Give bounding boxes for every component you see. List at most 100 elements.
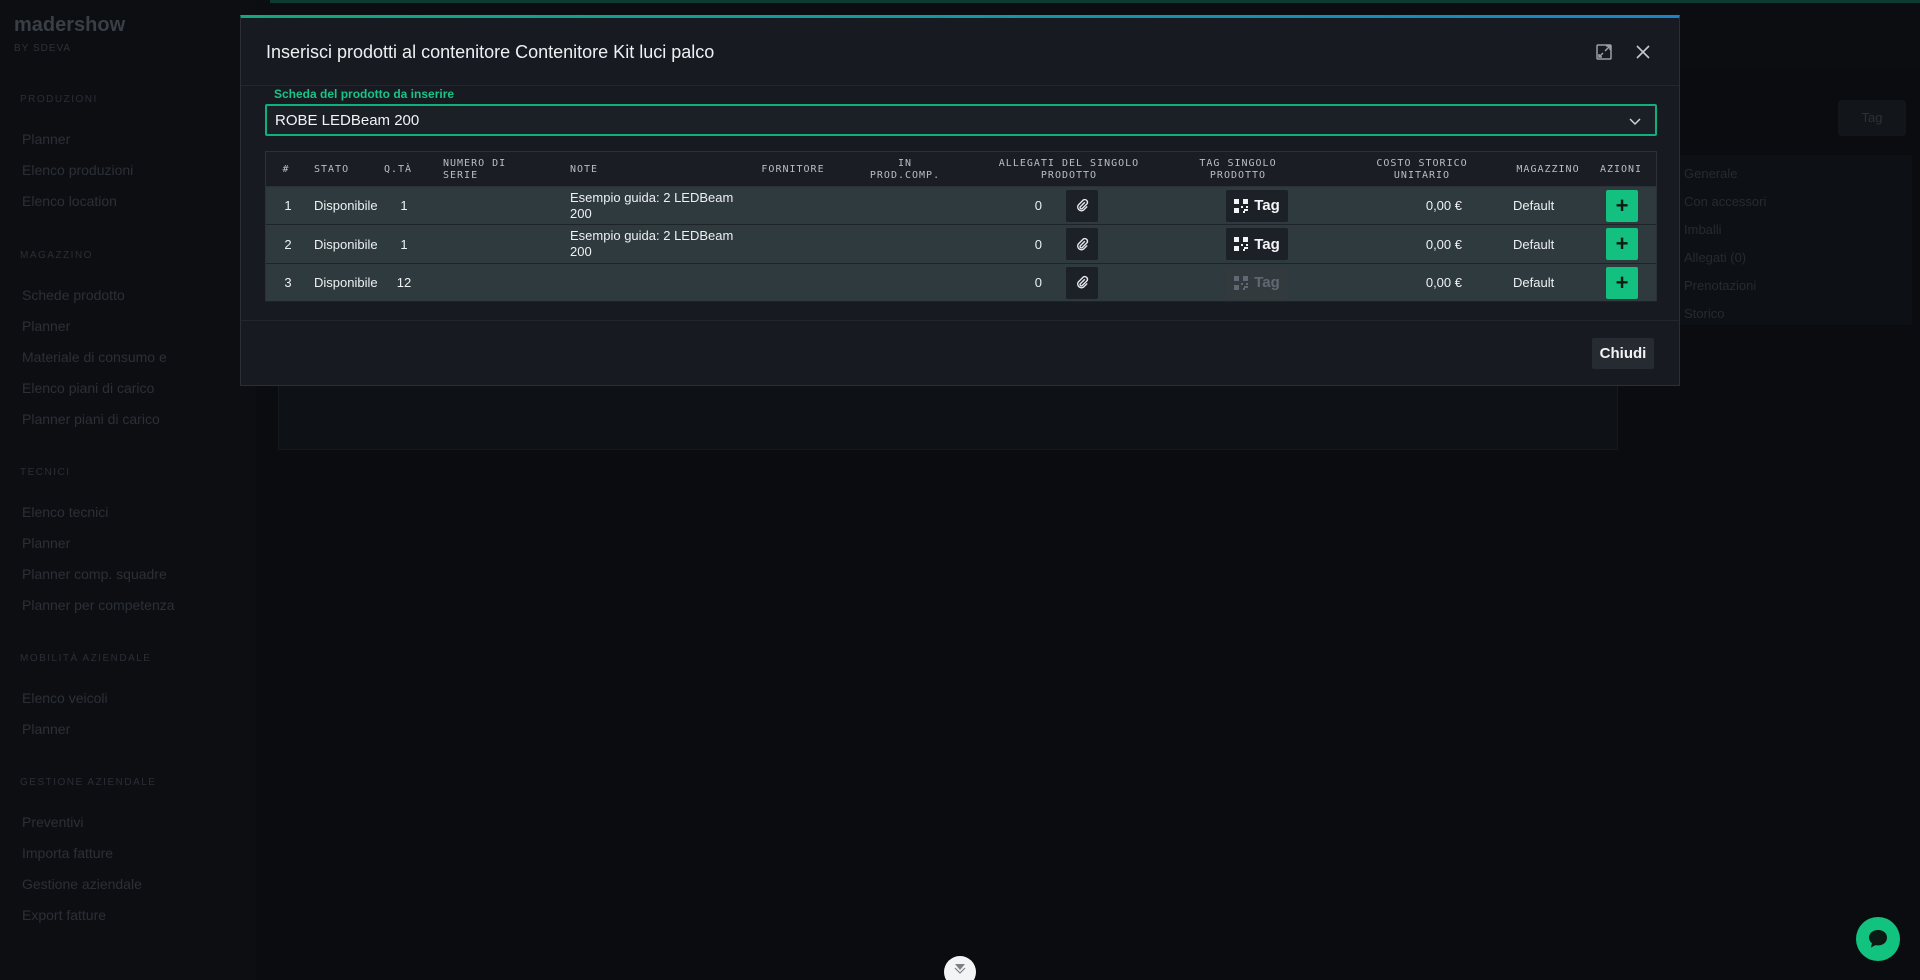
col-header-azioni: Azioni [1599, 163, 1643, 175]
right-menu-item[interactable]: Allegati (0) [1684, 250, 1746, 265]
row-allegati-count: 0 [1034, 275, 1042, 290]
close-icon[interactable] [1631, 40, 1655, 64]
chat-icon [1869, 930, 1887, 948]
sidebar-item[interactable]: Elenco tecnici [22, 504, 108, 520]
row-qta: 1 [400, 236, 408, 252]
sidebar-item[interactable]: Planner [22, 721, 70, 737]
product-select-value: ROBE LEDBeam 200 [275, 112, 420, 129]
row-attach-cell [1066, 225, 1106, 263]
row-number: 2 [284, 236, 292, 252]
modal-header: Inserisci prodotti al contenitore Conten… [241, 18, 1679, 86]
modal-footer-divider [241, 320, 1679, 321]
product-select[interactable]: ROBE LEDBeam 200 [265, 104, 1657, 136]
sidebar-item[interactable]: Planner [22, 131, 70, 147]
sidebar-item[interactable]: Elenco piani di carico [22, 380, 154, 396]
chiudi-button[interactable]: Chiudi [1592, 338, 1654, 369]
sidebar-section-title: Tecnici [20, 467, 71, 478]
row-tag-cell: Tag [1226, 264, 1296, 301]
sidebar-item[interactable]: Importa fatture [22, 845, 113, 861]
plus-icon: + [1615, 269, 1629, 295]
row-serie [443, 264, 563, 301]
background-sidebar: madershow BY SDEVA Produzioni Planner Elen… [0, 0, 256, 980]
modal-title: Inserisci prodotti al contenitore Conten… [266, 42, 715, 62]
sidebar-item[interactable]: Planner [22, 318, 70, 334]
add-item-button[interactable]: + [1606, 228, 1638, 260]
row-note [570, 264, 745, 301]
scroll-down-button[interactable] [944, 956, 976, 980]
paperclip-icon [1075, 198, 1090, 213]
attach-button[interactable] [1066, 228, 1098, 260]
row-fornitore [748, 225, 838, 263]
col-header-serie: Numero di serie [443, 157, 507, 181]
col-header-magazzino: Magazzino [1516, 163, 1580, 175]
product-field-label: Scheda del prodotto da inserire [274, 87, 455, 101]
insert-products-modal: Inserisci prodotti al contenitore Conten… [240, 15, 1680, 386]
row-tag-cell: Tag [1226, 187, 1296, 224]
plus-icon: + [1615, 192, 1629, 218]
row-qta: 1 [400, 198, 408, 213]
row-costo: 0,00 € [1425, 236, 1462, 252]
sidebar-item[interactable]: Planner comp. squadre [22, 566, 167, 582]
add-item-button[interactable]: + [1606, 189, 1638, 222]
row-allegati-count: 0 [1034, 236, 1042, 252]
sidebar-item[interactable]: Elenco veicoli [22, 690, 108, 706]
plus-icon: + [1615, 231, 1629, 256]
sidebar-section-title: Produzioni [20, 94, 98, 105]
row-inprod [860, 264, 950, 301]
row-qta: 12 [396, 275, 412, 290]
tag-button[interactable]: Tag [1226, 189, 1288, 222]
attach-button[interactable] [1066, 189, 1098, 222]
table-row: 3 Disponibile 12 0 Tag 0,00 € Default + [266, 264, 1656, 302]
table-header: # Stato Q.tà Numero di serie Note Fornit… [266, 152, 1656, 187]
tag-button-label: Tag [1254, 235, 1280, 253]
col-header-costo: Costo storico unitario [1376, 157, 1468, 181]
row-attach-cell [1066, 264, 1106, 301]
add-item-button[interactable]: + [1606, 266, 1638, 299]
row-allegati-count: 0 [1034, 198, 1042, 213]
sidebar-section-title: Mobilità aziendale [20, 653, 152, 664]
chevron-down-icon [1629, 118, 1641, 126]
attach-button[interactable] [1066, 266, 1098, 299]
qr-code-icon [1234, 198, 1249, 213]
sidebar-item[interactable]: Preventivi [22, 814, 83, 830]
sidebar-item[interactable]: Export fatture [22, 907, 106, 923]
row-fornitore [748, 264, 838, 301]
background-topbar-accent [270, 0, 1920, 3]
col-header-stato: Stato [314, 163, 350, 175]
qr-code-icon [1234, 237, 1249, 251]
row-attach-cell [1066, 187, 1106, 224]
row-number: 1 [284, 198, 292, 213]
right-menu-item[interactable]: Imballi [1684, 222, 1722, 237]
paperclip-icon [1075, 275, 1090, 290]
sidebar-item[interactable]: Elenco produzioni [22, 162, 133, 178]
app-logo: madershow [14, 14, 126, 36]
background-panel [278, 380, 1618, 450]
right-menu-item[interactable]: Generale [1684, 166, 1737, 181]
paperclip-icon [1075, 237, 1090, 252]
tag-button[interactable]: Tag [1226, 228, 1288, 260]
col-header-tag: Tag singolo prodotto [1199, 157, 1277, 181]
right-menu-item[interactable]: Prenotazioni [1684, 278, 1756, 293]
chat-button[interactable] [1856, 917, 1900, 961]
sidebar-item[interactable]: Materiale di consumo e [22, 349, 167, 365]
row-number: 3 [284, 275, 292, 290]
sidebar-item[interactable]: Elenco location [22, 193, 117, 209]
row-magazzino: Default [1513, 198, 1555, 213]
row-serie [443, 225, 563, 263]
table-row: 2 Disponibile 1 Esempio guida: 2 LEDBeam 20… [266, 225, 1656, 264]
sidebar-item[interactable]: Planner [22, 535, 70, 551]
sidebar-item[interactable]: Planner piani di carico [22, 411, 160, 427]
row-costo: 0,00 € [1425, 198, 1462, 213]
right-menu-item[interactable]: Storico [1684, 306, 1724, 321]
sidebar-section-title: Gestione aziendale [20, 777, 157, 788]
col-header-note: Note [570, 163, 599, 175]
sidebar-item[interactable]: Planner per competenza [22, 597, 175, 613]
sidebar-item[interactable]: Gestione aziendale [22, 876, 142, 892]
sidebar-item[interactable]: Schede prodotto [22, 287, 125, 303]
row-note: Esempio guida: 2 LEDBeam 200 [570, 189, 734, 221]
col-header-number: # [282, 163, 290, 175]
expand-icon[interactable] [1592, 40, 1616, 64]
background-tag-button: Tag [1838, 100, 1906, 136]
right-menu-item[interactable]: Con accessori [1684, 194, 1766, 209]
sidebar-section-title: Magazzino [20, 250, 93, 261]
